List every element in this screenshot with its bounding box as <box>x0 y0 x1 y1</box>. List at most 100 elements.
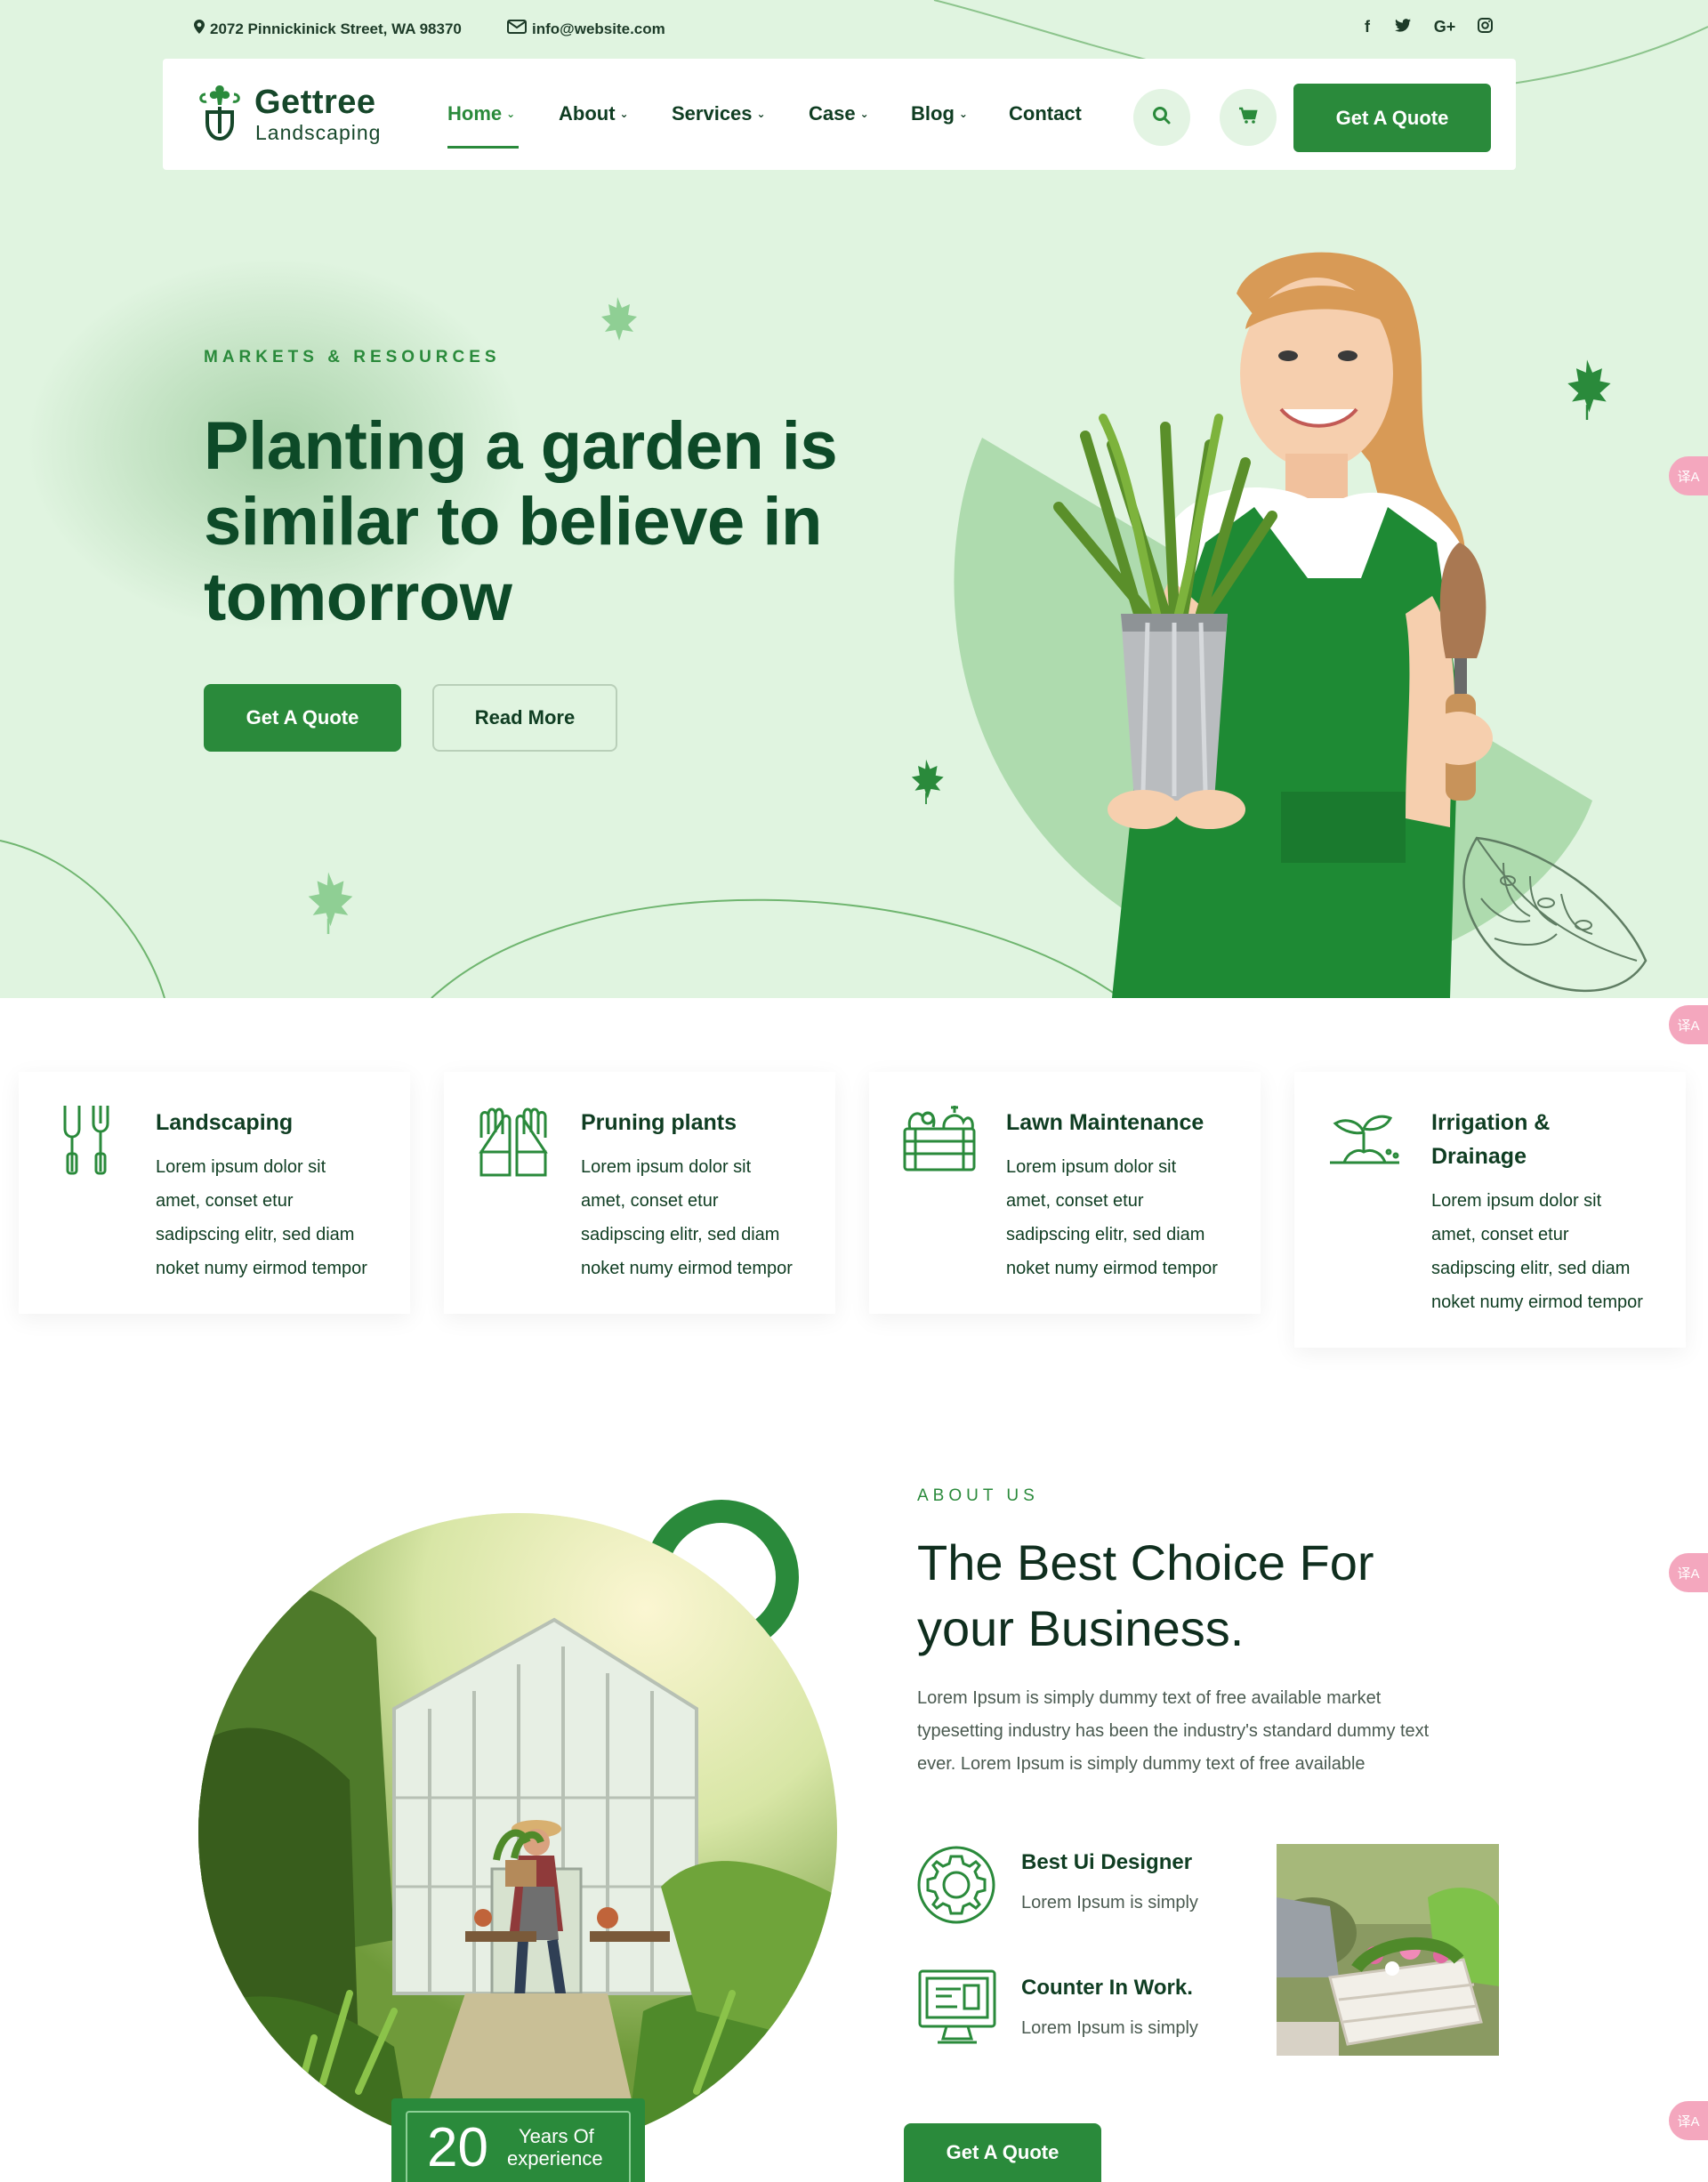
about-paragraph: Lorem Ipsum is simply dummy text of free… <box>917 1682 1558 1781</box>
gear-icon <box>915 1844 997 1930</box>
service-text: Lorem ipsum dolor sit amet, conset etur … <box>156 1150 396 1285</box>
service-text-line: sadipscing elitr, sed diam <box>1006 1225 1205 1244</box>
service-card[interactable]: Pruning plants Lorem ipsum dolor sit ame… <box>444 1072 835 1314</box>
translate-widget-button[interactable]: 译A <box>1669 1005 1708 1044</box>
service-text: Lorem ipsum dolor sit amet, conset etur … <box>1431 1184 1672 1319</box>
nav-services[interactable]: Services ⌄ <box>672 102 766 125</box>
topbar-address: 2072 Pinnickinick Street, WA 98370 <box>194 20 462 38</box>
brand-name[interactable]: Gettree <box>254 84 376 122</box>
hero-title-line: Planting a garden is <box>204 408 838 484</box>
service-text-line: sadipscing elitr, sed diam <box>581 1225 780 1244</box>
read-more-button[interactable]: Read More <box>432 684 617 752</box>
nav-case-label: Case <box>809 102 856 125</box>
twitter-icon[interactable] <box>1391 18 1414 36</box>
garden-tools-icon <box>58 1102 120 1187</box>
chevron-down-icon: ⌄ <box>859 108 869 120</box>
service-text-line: sadipscing elitr, sed diam <box>156 1225 355 1244</box>
hero-title-line: similar to believe in <box>204 484 822 560</box>
service-title-line: Drainage <box>1431 1144 1527 1169</box>
nav-contact-label: Contact <box>1009 102 1082 125</box>
service-card[interactable]: Lawn Maintenance Lorem ipsum dolor sit a… <box>869 1072 1261 1314</box>
hero-eyebrow: MARKETS & RESOURCES <box>204 348 501 366</box>
about-title-line: your Business. <box>917 1600 1245 1656</box>
feature-title: Best Ui Designer <box>1021 1850 1193 1874</box>
chevron-down-icon: ⌄ <box>756 108 766 120</box>
service-card[interactable]: Landscaping Lorem ipsum dolor sit amet, … <box>19 1072 410 1314</box>
search-icon <box>1152 106 1172 130</box>
nav-about[interactable]: About ⌄ <box>559 102 629 125</box>
service-title: Irrigation & Drainage <box>1431 1106 1672 1173</box>
hero-section: 2072 Pinnickinick Street, WA 98370 info@… <box>0 0 1708 998</box>
service-text: Lorem ipsum dolor sit amet, conset etur … <box>1006 1150 1246 1285</box>
greenhouse-photo <box>198 1513 837 2152</box>
service-text-line: noket numy eirmod tempor <box>1431 1292 1643 1312</box>
experience-label-line: Years Of <box>519 2125 594 2147</box>
maple-leaf-icon <box>601 297 637 341</box>
address-text: 2072 Pinnickinick Street, WA 98370 <box>210 20 462 37</box>
nav-blog-label: Blog <box>911 102 955 125</box>
flower-crate-photo <box>1277 1844 1499 2056</box>
translate-widget-button[interactable]: 译A <box>1669 456 1708 495</box>
feature-text: Lorem Ipsum is simply <box>1021 1893 1198 1912</box>
nav-active-indicator <box>447 146 519 149</box>
instagram-icon[interactable] <box>1473 18 1496 37</box>
about-quote-button[interactable]: Get A Quote <box>904 2123 1101 2182</box>
email-text[interactable]: info@website.com <box>532 20 665 38</box>
maple-leaf-icon <box>308 872 353 934</box>
service-text-line: amet, conset etur <box>581 1191 719 1211</box>
cart-button[interactable] <box>1220 89 1277 146</box>
nav-quote-button[interactable]: Get A Quote <box>1293 84 1491 152</box>
topbar-email[interactable]: info@website.com <box>507 20 665 38</box>
vegetable-crate-icon <box>901 1102 978 1178</box>
search-button[interactable] <box>1133 89 1190 146</box>
service-title: Pruning plants <box>581 1110 737 1135</box>
about-paragraph-line: typesetting industry has been the indust… <box>917 1721 1430 1741</box>
gloves-icon <box>476 1102 551 1187</box>
service-text-line: noket numy eirmod tempor <box>156 1259 367 1278</box>
service-title: Lawn Maintenance <box>1006 1110 1204 1135</box>
service-text-line: Lorem ipsum dolor sit <box>1006 1157 1177 1177</box>
nav-about-label: About <box>559 102 616 125</box>
service-text-line: Lorem ipsum dolor sit <box>156 1157 326 1177</box>
service-text-line: Lorem ipsum dolor sit <box>581 1157 752 1177</box>
about-title-line: The Best Choice For <box>917 1534 1374 1590</box>
chevron-down-icon: ⌄ <box>958 108 968 120</box>
service-text-line: amet, conset etur <box>1006 1191 1144 1211</box>
about-paragraph-line: ever. Lorem Ipsum is simply dummy text o… <box>917 1754 1366 1774</box>
chevron-down-icon: ⌄ <box>619 108 629 120</box>
experience-label: Years Of experience <box>507 2125 603 2170</box>
service-text-line: amet, conset etur <box>1431 1225 1569 1244</box>
envelope-icon <box>507 20 527 38</box>
google-plus-icon[interactable]: G+ <box>1430 18 1459 36</box>
feature-title: Counter In Work. <box>1021 1976 1193 2000</box>
nav-case[interactable]: Case ⌄ <box>809 102 869 125</box>
monitor-icon <box>916 1968 998 2054</box>
experience-badge: 20 Years Of experience <box>391 2098 645 2182</box>
map-pin-icon <box>194 20 205 38</box>
service-text-line: noket numy eirmod tempor <box>1006 1259 1218 1278</box>
about-paragraph-line: Lorem Ipsum is simply dummy text of free… <box>917 1688 1382 1708</box>
service-text-line: amet, conset etur <box>156 1191 294 1211</box>
translate-widget-button[interactable]: 译A <box>1669 1553 1708 1592</box>
experience-number: 20 <box>427 2117 488 2178</box>
service-title-line: Irrigation & <box>1431 1110 1551 1135</box>
hero-title: Planting a garden is similar to believe … <box>204 408 880 635</box>
nav-blog[interactable]: Blog ⌄ <box>911 102 968 125</box>
nav-home[interactable]: Home ⌄ <box>447 102 515 125</box>
service-text: Lorem ipsum dolor sit amet, conset etur … <box>581 1150 821 1285</box>
hero-quote-button[interactable]: Get A Quote <box>204 684 401 752</box>
facebook-icon[interactable]: f <box>1356 18 1379 36</box>
service-text-line: sadipscing elitr, sed diam <box>1431 1259 1631 1278</box>
logo-tree-icon[interactable] <box>197 82 243 150</box>
service-card[interactable]: Irrigation & Drainage Lorem ipsum dolor … <box>1294 1072 1686 1348</box>
service-text-line: Lorem ipsum dolor sit <box>1431 1191 1602 1211</box>
experience-label-line: experience <box>507 2147 603 2170</box>
service-title: Landscaping <box>156 1110 294 1135</box>
cart-icon <box>1238 107 1258 129</box>
translate-widget-button[interactable]: 译A <box>1669 2101 1708 2140</box>
feature-text: Lorem Ipsum is simply <box>1021 2018 1198 2038</box>
about-title: The Best Choice For your Business. <box>917 1530 1558 1662</box>
nav-home-label: Home <box>447 102 503 125</box>
nav-contact[interactable]: Contact <box>1009 102 1082 125</box>
service-text-line: noket numy eirmod tempor <box>581 1259 793 1278</box>
